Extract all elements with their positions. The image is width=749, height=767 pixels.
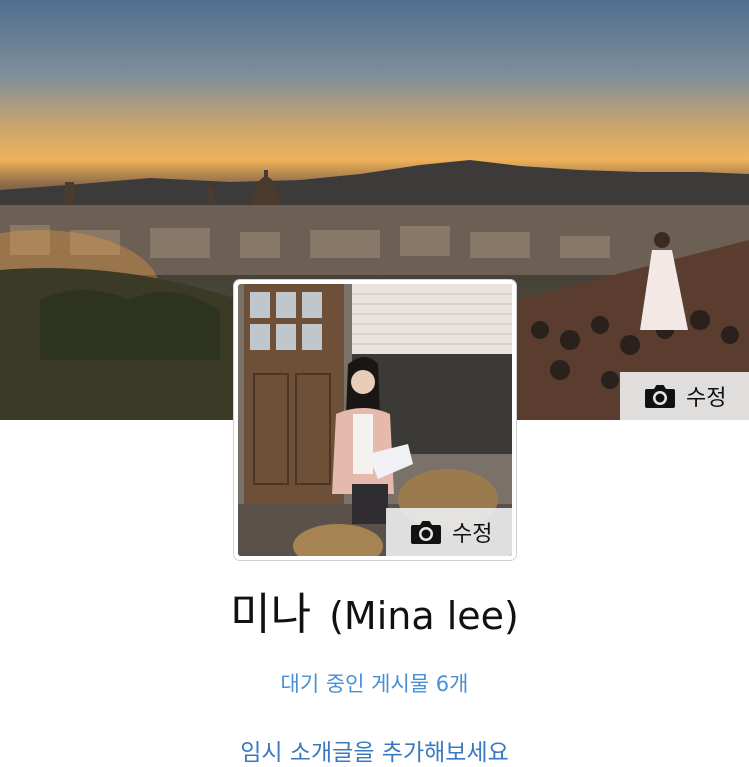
pending-posts-link[interactable]: 대기 중인 게시물 6개 xyxy=(0,668,749,698)
camera-icon xyxy=(410,519,442,545)
profile-name-primary: 미나 xyxy=(230,589,312,640)
cover-edit-label: 수정 xyxy=(686,386,727,411)
profile-picture-frame[interactable]: 수정 xyxy=(234,280,516,560)
profile-edit-button[interactable]: 수정 xyxy=(386,508,512,556)
profile-edit-label: 수정 xyxy=(452,522,493,547)
profile-name: 미나 (Mina lee) xyxy=(0,585,749,646)
add-intro-link[interactable]: 임시 소개글을 추가해보세요 xyxy=(0,733,749,767)
profile-name-alternate: (Mina lee) xyxy=(329,594,519,638)
cover-edit-button[interactable]: 수정 xyxy=(620,372,749,420)
camera-icon xyxy=(644,383,676,409)
profile-picture[interactable]: 수정 xyxy=(238,284,512,556)
